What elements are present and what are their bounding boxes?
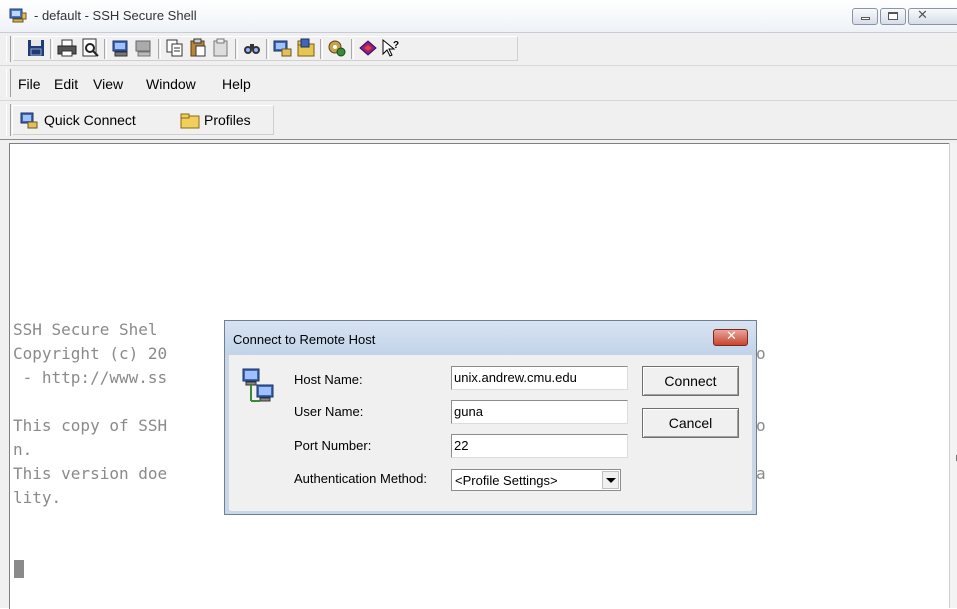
- dialog-body: Host Name: unix.andrew.cmu.edu User Name…: [230, 355, 751, 511]
- paste-special-icon[interactable]: [211, 38, 231, 58]
- user-name-input[interactable]: guna: [451, 400, 628, 424]
- window-title: - default - SSH Secure Shell: [34, 8, 197, 23]
- dropdown-button[interactable]: [602, 471, 619, 489]
- maximize-button[interactable]: [880, 8, 906, 25]
- terminal-line: This copy of SSH: [13, 416, 168, 435]
- toolbar-separator: [235, 39, 238, 59]
- host-name-input[interactable]: unix.andrew.cmu.edu: [451, 366, 628, 390]
- connect-button[interactable]: Connect: [642, 366, 739, 396]
- main-toolbar: ?: [0, 33, 957, 66]
- help-book-icon[interactable]: [358, 38, 378, 58]
- close-window-button[interactable]: ✕: [908, 8, 957, 25]
- terminal-line: lity.: [13, 488, 62, 507]
- terminal-fragment: o: [756, 344, 766, 363]
- vertical-scrollbar[interactable]: [949, 143, 957, 608]
- save-icon[interactable]: [26, 38, 46, 58]
- minimize-icon: [861, 17, 870, 20]
- quick-connect-bar: Quick Connect Profiles: [0, 101, 957, 140]
- quick-connect-icon: [20, 112, 38, 129]
- menu-view[interactable]: View: [93, 76, 123, 92]
- terminal-line: Copyright (c) 20: [13, 344, 168, 363]
- context-help-icon[interactable]: ?: [381, 38, 401, 58]
- ssh-secure-shell-window: - default - SSH Secure Shell ✕ ? File Ed…: [0, 0, 957, 609]
- network-computers-icon: [242, 368, 274, 402]
- quick-connect-button[interactable]: Quick Connect: [20, 110, 170, 132]
- terminal-line: n.: [13, 440, 33, 459]
- close-icon: ✕: [917, 8, 928, 23]
- terminal-line: SSH Secure Shel: [13, 320, 158, 339]
- print-preview-icon[interactable]: [80, 38, 100, 58]
- menubar-grip[interactable]: [6, 69, 11, 97]
- folder-icon: [180, 113, 200, 129]
- toolbar-separator: [266, 39, 269, 59]
- connect-dialog: Connect to Remote Host ✕ Host Name: unix…: [224, 320, 757, 515]
- profiles-button[interactable]: Profiles: [180, 110, 270, 132]
- authentication-method-select[interactable]: <Profile Settings>: [451, 469, 621, 491]
- menu-help[interactable]: Help: [222, 76, 251, 92]
- disconnect-icon[interactable]: [134, 38, 154, 58]
- copy-icon[interactable]: [165, 38, 185, 58]
- new-terminal-icon[interactable]: [273, 38, 293, 58]
- port-number-label: Port Number:: [294, 438, 372, 453]
- menu-window[interactable]: Window: [146, 76, 196, 92]
- cancel-button[interactable]: Cancel: [642, 408, 739, 438]
- paste-icon[interactable]: [188, 38, 208, 58]
- terminal-fragment: a: [756, 464, 766, 483]
- settings-icon[interactable]: [327, 38, 347, 58]
- host-name-label: Host Name:: [294, 372, 363, 387]
- minimize-button[interactable]: [852, 8, 878, 25]
- toolbar-separator: [351, 39, 354, 59]
- user-name-label: User Name:: [294, 404, 364, 419]
- toolbar-separator: [158, 39, 161, 59]
- terminal-line: - http://www.ss: [13, 368, 168, 387]
- svg-text:?: ?: [393, 40, 399, 51]
- dialog-title-bar[interactable]: Connect to Remote Host ✕: [225, 321, 756, 355]
- quick-connect-label: Quick Connect: [44, 112, 136, 128]
- quickbar-grip[interactable]: [6, 104, 11, 136]
- menu-file[interactable]: File: [18, 76, 41, 92]
- chevron-down-icon: [606, 478, 616, 483]
- authentication-method-value: <Profile Settings>: [455, 473, 558, 488]
- dialog-close-button[interactable]: ✕: [713, 329, 748, 346]
- maximize-icon: [888, 12, 898, 20]
- close-icon: ✕: [726, 329, 737, 344]
- connect-icon[interactable]: [111, 38, 131, 58]
- profiles-label: Profiles: [204, 112, 251, 128]
- terminal-fragment: o: [756, 416, 766, 435]
- toolbar-grip[interactable]: [6, 36, 11, 62]
- toolbar-separator: [104, 39, 107, 59]
- app-icon: [9, 8, 27, 23]
- menu-bar: File Edit View Window Help: [0, 66, 957, 101]
- menu-edit[interactable]: Edit: [54, 76, 78, 92]
- terminal-cursor: [14, 560, 24, 578]
- new-file-transfer-icon[interactable]: [296, 38, 316, 58]
- dialog-title: Connect to Remote Host: [233, 332, 376, 347]
- title-bar: - default - SSH Secure Shell ✕: [0, 0, 957, 33]
- toolbar-separator: [50, 39, 53, 59]
- toolbar-separator: [320, 39, 323, 59]
- find-icon[interactable]: [242, 38, 262, 58]
- port-number-input[interactable]: 22: [451, 434, 628, 458]
- terminal-line: This version doe: [13, 464, 168, 483]
- authentication-method-label: Authentication Method:: [294, 471, 427, 486]
- print-icon[interactable]: [57, 38, 77, 58]
